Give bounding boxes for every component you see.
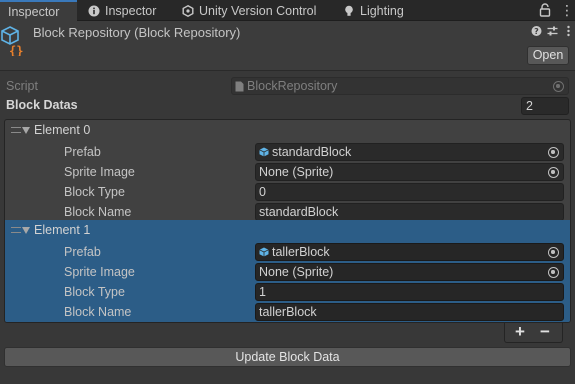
tab-bar: Inspector Inspector Unity Version Contro… — [0, 0, 575, 21]
prefab-field[interactable]: standardBlock — [255, 143, 564, 161]
prefab-icon — [259, 247, 269, 257]
list-element-0[interactable]: Element 0 Prefab standardBlock Sprite Im… — [5, 120, 570, 221]
drag-handle-icon[interactable] — [11, 127, 21, 133]
inspector-header: {} Block Repository (Block Repository) ?… — [0, 21, 575, 71]
sprite-image-field[interactable]: None (Sprite) — [255, 163, 564, 181]
component-title: Block Repository (Block Repository) — [33, 25, 241, 40]
prefab-value: tallerBlock — [272, 245, 330, 259]
prefab-value: standardBlock — [272, 145, 352, 159]
foldout-arrow-icon[interactable] — [22, 227, 30, 234]
prefab-label: Prefab — [64, 145, 101, 159]
tab-label: Inspector — [105, 3, 157, 18]
element-title: Element 1 — [34, 223, 91, 237]
version-control-icon — [182, 4, 194, 17]
block-name-label: Block Name — [64, 205, 132, 219]
object-picker-icon[interactable] — [548, 247, 559, 258]
script-file-icon — [235, 81, 244, 91]
tab-label: Lighting — [360, 3, 404, 18]
block-name-field[interactable]: tallerBlock — [255, 303, 564, 321]
object-picker-icon[interactable] — [548, 267, 559, 278]
svg-text:?: ? — [534, 27, 539, 36]
object-picker-icon[interactable] — [548, 167, 559, 178]
script-asset-icon: {} — [1, 26, 23, 56]
more-options-icon[interactable]: ⋮ — [560, 2, 574, 18]
tab-label: Inspector — [8, 4, 60, 19]
block-type-field[interactable]: 1 — [255, 283, 564, 301]
tab-unity-version-control[interactable]: Unity Version Control — [182, 0, 316, 21]
list-element-1[interactable]: Element 1 Prefab tallerBlock Sprite Imag… — [5, 220, 570, 322]
prefab-label: Prefab — [64, 245, 101, 259]
component-menu-icon[interactable] — [563, 25, 574, 37]
foldout-arrow-icon[interactable] — [22, 127, 30, 134]
block-datas-label[interactable]: Block Datas — [6, 98, 78, 112]
block-type-label: Block Type — [64, 285, 125, 299]
element-title: Element 0 — [34, 123, 91, 137]
add-element-button[interactable]: + — [508, 323, 532, 342]
prefab-icon — [259, 147, 269, 157]
header-icons: ? — [531, 25, 574, 37]
presets-icon[interactable] — [547, 25, 558, 37]
lock-icon[interactable] — [539, 3, 551, 17]
sprite-image-label: Sprite Image — [64, 265, 135, 279]
remove-element-button[interactable]: − — [533, 323, 557, 342]
open-button[interactable]: Open — [527, 46, 569, 65]
tab-label: Unity Version Control — [199, 3, 317, 18]
lightbulb-icon — [345, 5, 353, 16]
update-block-data-button[interactable]: Update Block Data — [4, 347, 571, 367]
prefab-field[interactable]: tallerBlock — [255, 243, 564, 261]
sprite-image-field[interactable]: None (Sprite) — [255, 263, 564, 281]
object-picker-icon — [553, 81, 564, 92]
element-header[interactable]: Element 1 — [5, 220, 570, 240]
tab-inspector[interactable]: Inspector — [88, 0, 156, 21]
block-datas-list: Element 0 Prefab standardBlock Sprite Im… — [4, 119, 571, 323]
block-type-field[interactable]: 0 — [255, 183, 564, 201]
svg-text:{}: {} — [9, 44, 23, 56]
list-footer: + − — [504, 323, 563, 343]
script-field: BlockRepository — [231, 77, 569, 95]
sprite-image-label: Sprite Image — [64, 165, 135, 179]
block-name-field[interactable]: standardBlock — [255, 203, 564, 221]
block-datas-count-field[interactable]: 2 — [521, 97, 569, 115]
sprite-image-value: None (Sprite) — [259, 265, 334, 279]
script-label: Script — [6, 79, 38, 93]
element-header[interactable]: Element 0 — [5, 120, 570, 140]
drag-handle-icon[interactable] — [11, 227, 21, 233]
tab-inspector-active[interactable]: Inspector — [0, 0, 77, 21]
script-value: BlockRepository — [247, 79, 338, 93]
block-type-label: Block Type — [64, 185, 125, 199]
info-icon — [88, 5, 100, 16]
sprite-image-value: None (Sprite) — [259, 165, 334, 179]
object-picker-icon[interactable] — [548, 147, 559, 158]
help-icon[interactable]: ? — [531, 25, 542, 37]
block-name-label: Block Name — [64, 305, 132, 319]
tab-lighting[interactable]: Lighting — [343, 0, 404, 21]
